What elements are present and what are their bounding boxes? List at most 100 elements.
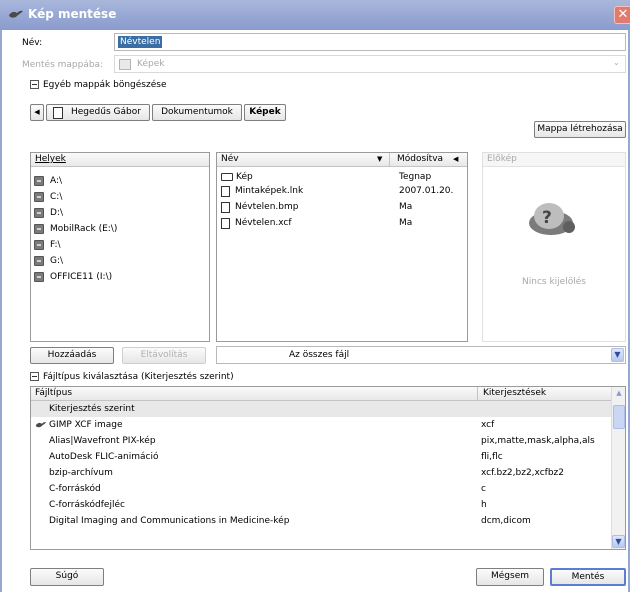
filetype-ext: dcm,dicom xyxy=(481,516,531,526)
file-icon xyxy=(221,217,230,229)
save-folder-label: Mentés mappába: xyxy=(22,60,104,70)
drive-icon xyxy=(34,176,44,186)
filetype-name: C-forráskód xyxy=(49,484,101,494)
filetype-scrollbar[interactable]: ▲ ▼ xyxy=(611,387,625,549)
browse-toggle-label: Egyéb mappák böngészése xyxy=(43,80,167,90)
folder-icon xyxy=(119,59,131,70)
column-divider xyxy=(389,153,390,166)
filetype-ext: xcf xyxy=(481,420,495,430)
help-button[interactable]: Súgó xyxy=(30,568,104,586)
table-row[interactable]: AutoDesk FLIC-animáció fli,flc xyxy=(31,449,625,465)
gimp-icon xyxy=(35,422,47,428)
collapse-icon xyxy=(30,372,39,381)
file-row[interactable]: Névtelen.bmp Ma xyxy=(221,201,467,213)
file-filter-select[interactable]: Az összes fájl ▼ xyxy=(216,346,626,364)
file-modified: Ma xyxy=(399,202,413,212)
col-ext-header[interactable]: Kiterjesztések xyxy=(483,387,546,400)
table-row[interactable]: C-forráskód c xyxy=(31,481,625,497)
filetype-header: Fájltípus Kiterjesztések xyxy=(31,387,625,401)
place-label: MobilRack (E:\) xyxy=(50,224,118,234)
col-filetype-header[interactable]: Fájltípus xyxy=(35,388,72,398)
close-button[interactable]: ✕ xyxy=(614,6,630,24)
scroll-down-icon[interactable]: ▼ xyxy=(612,535,625,548)
home-folder-icon xyxy=(53,107,63,119)
place-label: OFFICE11 (I:\) xyxy=(50,272,113,282)
filetype-ext: c xyxy=(481,484,486,494)
crumb-label: Hegedűs Gábor xyxy=(71,107,141,117)
col-modified-header[interactable]: Módosítva xyxy=(397,153,443,166)
filetype-name: Alias|Wavefront PIX-kép xyxy=(49,436,156,446)
crumb-pictures-button[interactable]: Képek xyxy=(244,104,286,121)
table-row[interactable]: Alias|Wavefront PIX-kép pix,matte,mask,a… xyxy=(31,433,625,449)
scrollbar-thumb[interactable] xyxy=(613,405,625,429)
place-item[interactable]: G:\ xyxy=(31,253,209,269)
file-name: Kép xyxy=(236,172,253,182)
preview-header: Előkép xyxy=(483,153,625,167)
table-row[interactable]: bzip-archívum xcf.bz2,bz2,xcfbz2 xyxy=(31,465,625,481)
filetype-rows: Kiterjesztés szerint GIMP XCF image xcf … xyxy=(31,401,625,529)
preview-empty-text: Nincs kijelölés xyxy=(522,277,586,287)
save-folder-value: Képek xyxy=(137,59,165,69)
crumb-home-button[interactable]: Hegedűs Gábor xyxy=(46,104,150,121)
filetype-name: Digital Imaging and Communications in Me… xyxy=(49,516,290,526)
filetype-name: C-forráskódfejléc xyxy=(49,500,125,510)
place-item[interactable]: C:\ xyxy=(31,189,209,205)
drive-icon xyxy=(34,256,44,266)
place-item[interactable]: F:\ xyxy=(31,237,209,253)
path-back-button[interactable]: ◀ xyxy=(30,104,44,121)
cancel-button[interactable]: Mégsem xyxy=(476,568,544,586)
table-row[interactable]: GIMP XCF image xcf xyxy=(31,417,625,433)
name-input[interactable]: Névtelen xyxy=(114,33,626,51)
filetype-name: GIMP XCF image xyxy=(49,420,123,430)
col-name-header[interactable]: Név xyxy=(221,154,239,164)
file-icon xyxy=(221,185,230,197)
add-place-button[interactable]: Hozzáadás xyxy=(30,347,114,364)
file-row[interactable]: Kép Tegnap xyxy=(221,171,467,183)
create-folder-button[interactable]: Mappa létrehozása xyxy=(534,121,626,138)
file-modified: 2007.01.20. xyxy=(399,186,454,196)
place-label: G:\ xyxy=(50,256,64,266)
chevron-down-icon: ⌄ xyxy=(613,58,620,67)
save-folder-select[interactable]: Képek ⌄ xyxy=(114,55,626,73)
filetype-toggle[interactable]: Fájltípus kiválasztása (Kiterjesztés sze… xyxy=(30,372,234,382)
sort-arrow-icon[interactable]: ▼ xyxy=(377,153,382,166)
filetype-name: Kiterjesztés szerint xyxy=(49,404,135,414)
filetype-table: Fájltípus Kiterjesztések Kiterjesztés sz… xyxy=(30,386,626,550)
browse-toggle[interactable]: Egyéb mappák böngészése xyxy=(30,80,166,90)
filetype-name: bzip-archívum xyxy=(49,468,113,478)
table-row[interactable]: Digital Imaging and Communications in Me… xyxy=(31,513,625,529)
save-button[interactable]: Mentés xyxy=(550,568,626,586)
places-list: A:\ C:\ D:\ MobilRack (E:\) F:\ G:\ OFFI… xyxy=(31,167,209,285)
scroll-up-icon[interactable]: ▲ xyxy=(614,389,624,399)
table-row[interactable]: C-forráskódfejléc h xyxy=(31,497,625,513)
create-folder-label: Mappa létrehozása xyxy=(537,124,623,134)
name-input-value: Névtelen xyxy=(118,36,163,48)
column-divider xyxy=(477,387,478,400)
files-header: Név ▼ Módosítva ◀ xyxy=(217,153,467,167)
remove-place-button[interactable]: Eltávolítás xyxy=(122,347,206,364)
folder-open-icon xyxy=(221,173,233,181)
place-item[interactable]: OFFICE11 (I:\) xyxy=(31,269,209,285)
modified-arrow-icon: ◀ xyxy=(453,155,459,163)
collapse-icon xyxy=(30,80,39,89)
file-row[interactable]: Névtelen.xcf Ma xyxy=(221,217,467,229)
places-panel: Helyek A:\ C:\ D:\ MobilRack (E:\) F:\ G… xyxy=(30,152,210,342)
place-item[interactable]: A:\ xyxy=(31,173,209,189)
file-row[interactable]: Mintaképek.lnk 2007.01.20. xyxy=(221,185,467,197)
crumb-documents-button[interactable]: Dokumentumok xyxy=(152,104,242,121)
place-item[interactable]: D:\ xyxy=(31,205,209,221)
drive-icon xyxy=(34,192,44,202)
places-header[interactable]: Helyek xyxy=(31,153,209,167)
table-row[interactable]: Kiterjesztés szerint xyxy=(31,401,625,417)
place-label: D:\ xyxy=(50,208,63,218)
drive-icon xyxy=(34,208,44,218)
filetype-ext: h xyxy=(481,500,487,510)
filetype-ext: pix,matte,mask,alpha,als xyxy=(481,436,595,446)
filetype-toggle-label: Fájltípus kiválasztása (Kiterjesztés sze… xyxy=(43,372,234,382)
file-modified: Ma xyxy=(399,218,413,228)
file-icon xyxy=(221,201,230,213)
gimp-icon xyxy=(9,10,23,18)
files-list: Kép Tegnap Mintaképek.lnk 2007.01.20. Né… xyxy=(217,167,467,229)
place-item[interactable]: MobilRack (E:\) xyxy=(31,221,209,237)
drive-icon xyxy=(34,224,44,234)
